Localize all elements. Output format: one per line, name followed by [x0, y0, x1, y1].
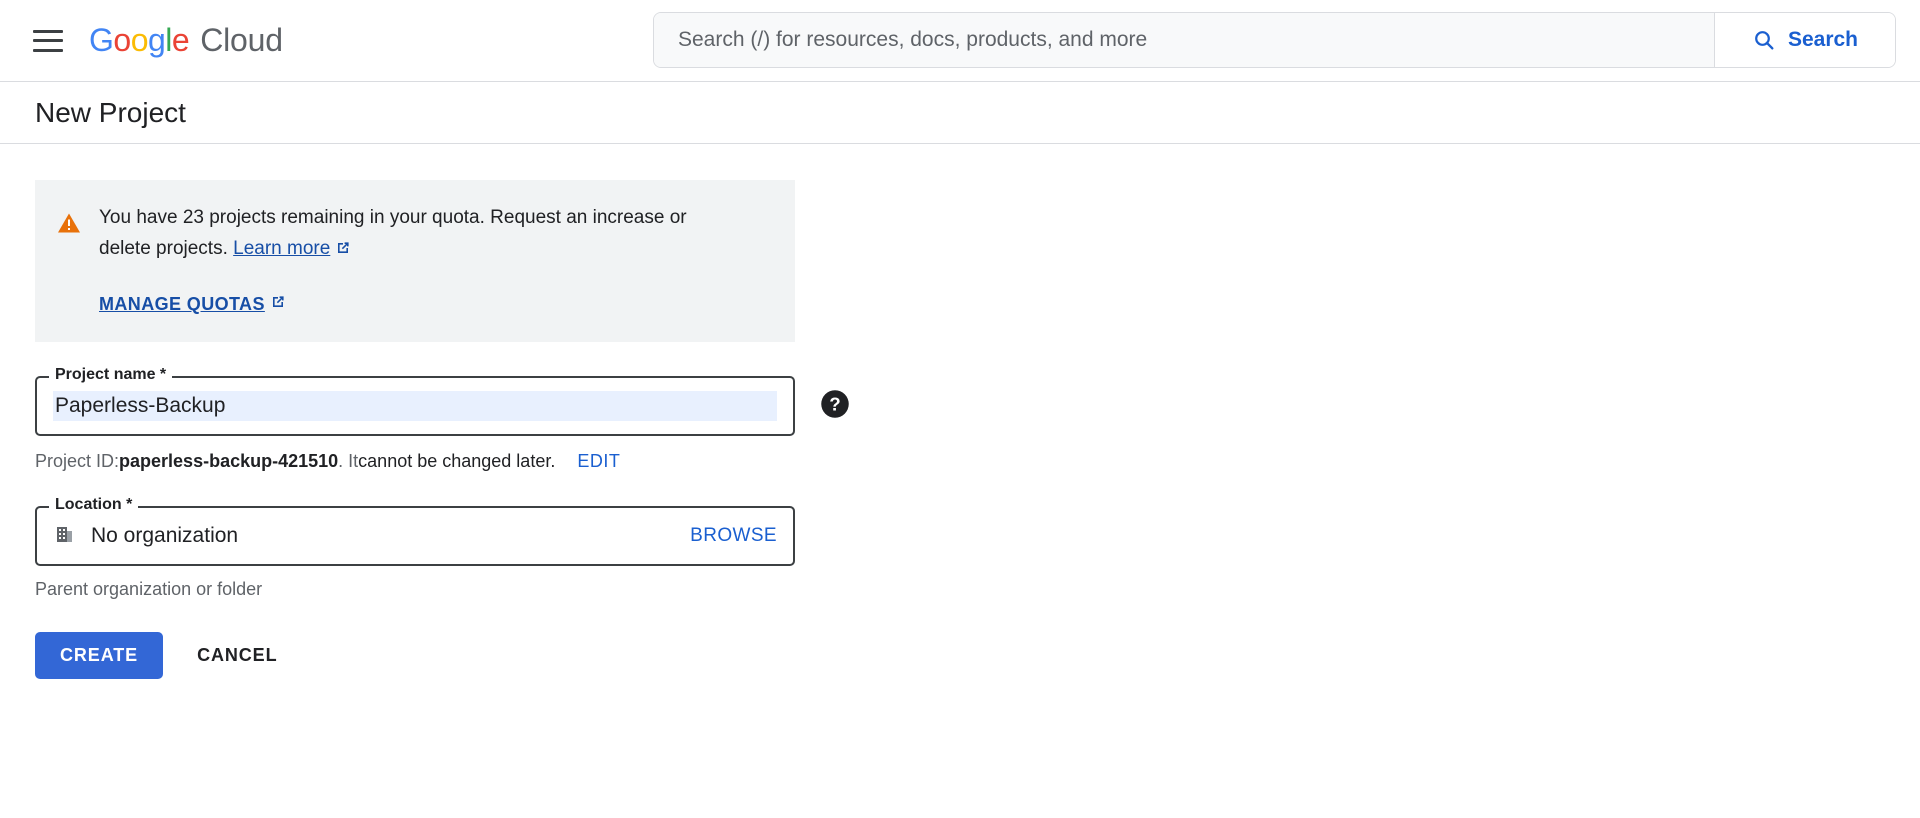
product-name: Cloud: [200, 22, 283, 58]
manage-quotas-label: MANAGE QUOTAS: [99, 294, 265, 314]
external-link-icon: [270, 289, 286, 320]
edit-project-id-link[interactable]: EDIT: [577, 451, 620, 472]
logo-letter-g2: g: [147, 22, 166, 58]
warning-triangle-icon: [57, 212, 81, 239]
search-button[interactable]: Search: [1714, 13, 1895, 67]
project-name-input[interactable]: Paperless-Backup: [53, 391, 777, 421]
project-name-row: Project name * Paperless-Backup ?: [35, 342, 1920, 436]
main-content: You have 23 projects remaining in your q…: [0, 144, 1920, 679]
location-helper-text: Parent organization or folder: [35, 579, 263, 599]
browse-location-button[interactable]: BROWSE: [690, 525, 777, 547]
logo-letter-g: G: [89, 22, 114, 58]
hamburger-line: [33, 48, 63, 52]
manage-quotas-link[interactable]: MANAGE QUOTAS: [99, 289, 286, 320]
svg-text:?: ?: [829, 393, 840, 414]
learn-more-link[interactable]: Learn more: [233, 238, 330, 259]
hamburger-line: [33, 39, 63, 42]
organization-building-icon: [53, 522, 77, 551]
location-value: No organization: [91, 524, 239, 547]
project-id-prefix: Project ID:: [35, 451, 120, 471]
google-cloud-logo[interactable]: Google Cloud: [89, 22, 283, 59]
logo-letter-o1: o: [113, 22, 131, 58]
search-input[interactable]: [676, 27, 1692, 53]
logo-letter-o2: o: [130, 22, 149, 58]
page-title-bar: New Project: [0, 82, 1920, 144]
quota-banner: You have 23 projects remaining in your q…: [35, 180, 795, 342]
search-input-area[interactable]: [654, 13, 1714, 67]
quota-message: You have 23 projects remaining in your q…: [99, 207, 687, 259]
project-id-middle: . It: [338, 451, 359, 471]
global-search-bar[interactable]: Search: [653, 12, 1896, 68]
logo-letter-e: e: [171, 22, 190, 58]
project-name-label: Project name *: [49, 366, 173, 384]
project-name-field[interactable]: Project name * Paperless-Backup: [35, 366, 795, 436]
external-link-icon[interactable]: [335, 235, 351, 266]
help-circle-icon[interactable]: ?: [820, 389, 850, 424]
google-wordmark: Google: [89, 22, 190, 59]
location-field[interactable]: Location * No organization BROWSE: [35, 496, 795, 566]
hamburger-menu-icon[interactable]: [33, 29, 63, 52]
project-id-value: paperless-backup-421510: [119, 451, 339, 471]
quota-banner-text: You have 23 projects remaining in your q…: [99, 202, 719, 266]
logo-letter-l: l: [165, 22, 172, 58]
app-header: Google Cloud Search: [0, 0, 1920, 82]
project-id-hint: Project ID: paperless-backup-421510. It …: [35, 451, 1920, 472]
search-icon: [1752, 28, 1776, 52]
hamburger-line: [33, 29, 63, 33]
location-label: Location *: [49, 496, 139, 514]
cancel-button[interactable]: CANCEL: [197, 645, 277, 666]
search-button-label: Search: [1787, 28, 1859, 51]
page-title: New Project: [35, 96, 186, 128]
project-id-emphasis: cannot be changed later.: [358, 451, 556, 471]
create-button[interactable]: CREATE: [35, 632, 164, 679]
quota-banner-body: You have 23 projects remaining in your q…: [99, 202, 719, 320]
form-actions: CREATE CANCEL: [35, 632, 1920, 679]
